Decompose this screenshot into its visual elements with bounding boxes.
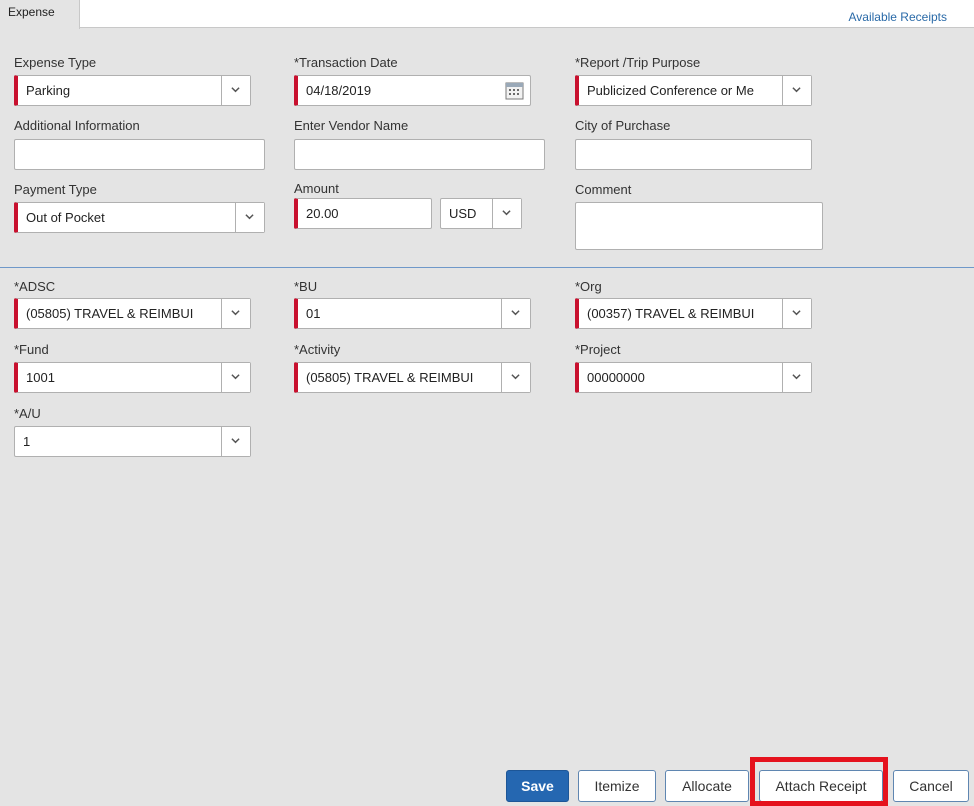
chevron-down-icon xyxy=(502,208,511,217)
fund-label: *Fund xyxy=(14,342,49,357)
org-dropdown-button[interactable] xyxy=(782,299,811,328)
chevron-down-icon xyxy=(231,85,240,94)
project-label: *Project xyxy=(575,342,621,357)
adsc-value: (05805) TRAVEL & REIMBUI xyxy=(26,306,194,321)
chevron-down-icon xyxy=(231,372,240,381)
expense-type-select[interactable]: Parking xyxy=(14,75,251,106)
fund-select[interactable]: 1001 xyxy=(14,362,251,393)
org-value: (00357) TRAVEL & REIMBUI xyxy=(587,306,755,321)
expense-type-label: Expense Type xyxy=(14,55,97,70)
project-dropdown-button[interactable] xyxy=(782,363,811,392)
au-value: 1 xyxy=(23,434,31,449)
expense-type-value: Parking xyxy=(26,83,71,98)
payment-type-dropdown-button[interactable] xyxy=(235,203,264,232)
tab-expense[interactable]: Expense xyxy=(0,0,80,29)
attach-receipt-button[interactable]: Attach Receipt xyxy=(759,770,883,802)
chevron-down-icon xyxy=(792,308,801,317)
allocate-button[interactable]: Allocate xyxy=(665,770,749,802)
payment-type-label: Payment Type xyxy=(14,182,97,197)
transaction-date-value: 04/18/2019 xyxy=(306,83,372,98)
bu-value: 01 xyxy=(306,306,321,321)
city-of-purchase-label: City of Purchase xyxy=(575,118,671,133)
currency-dropdown-button[interactable] xyxy=(492,199,521,228)
available-receipts-link[interactable]: Available Receipts xyxy=(848,10,947,24)
vendor-name-input[interactable] xyxy=(294,139,545,170)
activity-label: *Activity xyxy=(294,342,341,357)
chevron-down-icon xyxy=(231,308,240,317)
chevron-down-icon xyxy=(511,372,520,381)
payment-type-select[interactable]: Out of Pocket xyxy=(14,202,265,233)
vendor-name-label: Enter Vendor Name xyxy=(294,118,409,133)
au-label: *A/U xyxy=(14,406,41,421)
additional-info-label: Additional Information xyxy=(14,118,140,133)
payment-type-value: Out of Pocket xyxy=(26,210,105,225)
currency-value: USD xyxy=(449,206,477,221)
project-value: 00000000 xyxy=(587,370,645,385)
chevron-down-icon xyxy=(231,436,240,445)
expense-type-dropdown-button[interactable] xyxy=(221,76,250,105)
itemize-button[interactable]: Itemize xyxy=(578,770,656,802)
amount-input[interactable]: 20.00 xyxy=(294,198,432,229)
report-purpose-value: Publicized Conference or Me xyxy=(587,83,754,98)
additional-info-input[interactable] xyxy=(14,139,265,170)
cancel-button[interactable]: Cancel xyxy=(893,770,969,802)
activity-value: (05805) TRAVEL & REIMBUI xyxy=(306,370,474,385)
chevron-down-icon xyxy=(792,372,801,381)
currency-select[interactable]: USD xyxy=(440,198,522,229)
comment-textarea[interactable] xyxy=(575,202,823,250)
org-select[interactable]: (00357) TRAVEL & REIMBUI xyxy=(575,298,812,329)
amount-value: 20.00 xyxy=(306,206,339,221)
top-bar: Expense Available Receipts xyxy=(0,0,974,29)
au-select[interactable]: 1 xyxy=(14,426,251,457)
city-of-purchase-input[interactable] xyxy=(575,139,812,170)
adsc-dropdown-button[interactable] xyxy=(221,299,250,328)
fund-dropdown-button[interactable] xyxy=(221,363,250,392)
bu-label: *BU xyxy=(294,279,318,294)
report-purpose-label: *Report /Trip Purpose xyxy=(575,55,701,70)
chevron-down-icon xyxy=(792,85,801,94)
project-select[interactable]: 00000000 xyxy=(575,362,812,393)
calendar-icon[interactable] xyxy=(505,81,524,100)
activity-dropdown-button[interactable] xyxy=(501,363,530,392)
transaction-date-label: *Transaction Date xyxy=(294,55,398,70)
au-dropdown-button[interactable] xyxy=(221,427,250,456)
adsc-label: *ADSC xyxy=(14,279,56,294)
save-button[interactable]: Save xyxy=(506,770,569,802)
activity-select[interactable]: (05805) TRAVEL & REIMBUI xyxy=(294,362,531,393)
fund-value: 1001 xyxy=(26,370,55,385)
chevron-down-icon xyxy=(245,212,254,221)
adsc-select[interactable]: (05805) TRAVEL & REIMBUI xyxy=(14,298,251,329)
chevron-down-icon xyxy=(511,308,520,317)
amount-label: Amount xyxy=(294,181,339,196)
org-label: *Org xyxy=(575,279,602,294)
transaction-date-field[interactable]: 04/18/2019 xyxy=(294,75,531,106)
report-purpose-dropdown-button[interactable] xyxy=(782,76,811,105)
section-divider xyxy=(0,267,974,268)
comment-label: Comment xyxy=(575,182,632,197)
bu-select[interactable]: 01 xyxy=(294,298,531,329)
report-purpose-select[interactable]: Publicized Conference or Me xyxy=(575,75,812,106)
bu-dropdown-button[interactable] xyxy=(501,299,530,328)
